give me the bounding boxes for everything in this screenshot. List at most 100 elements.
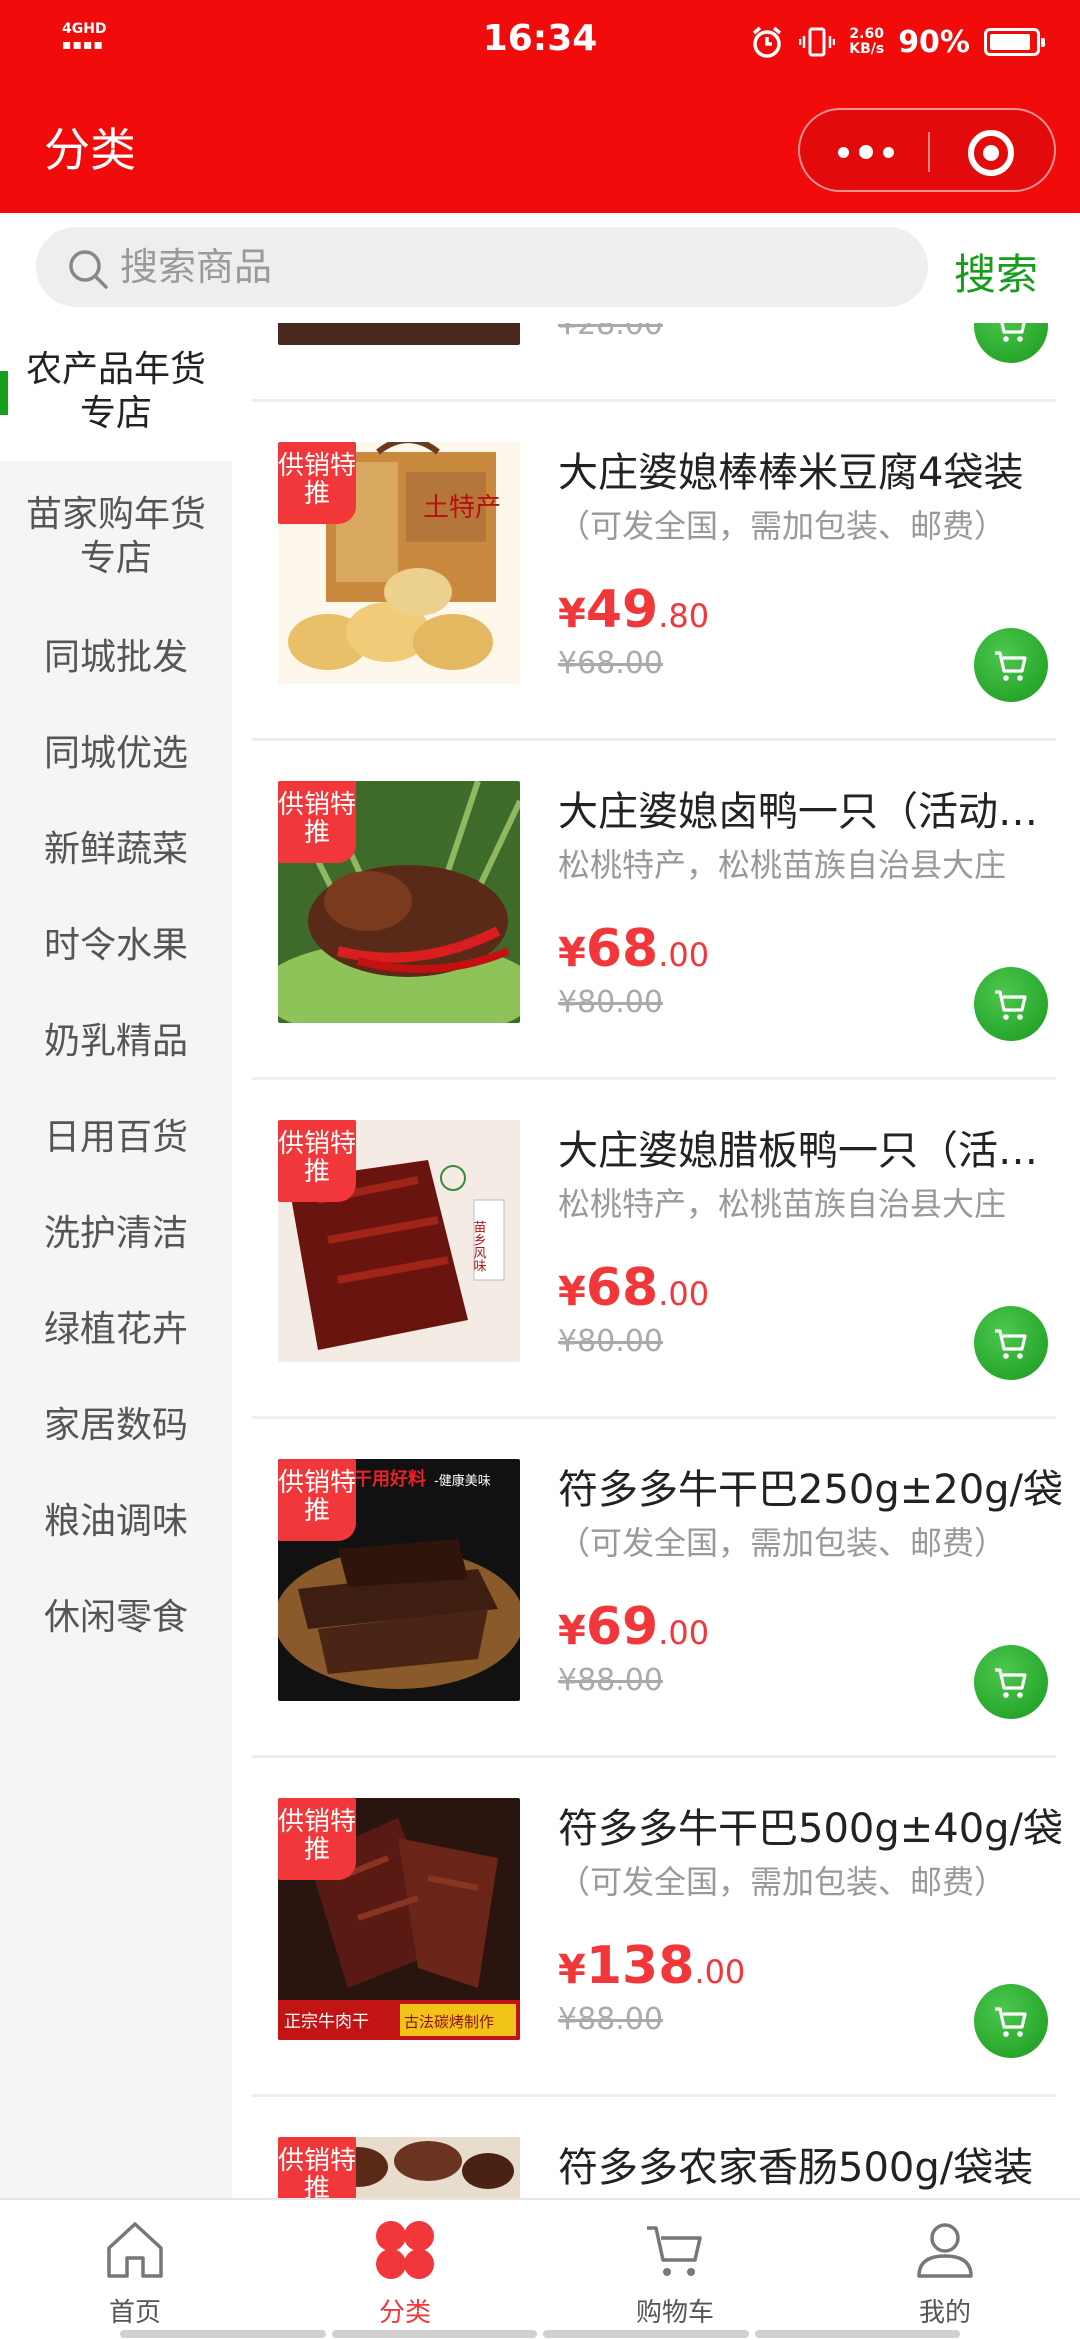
cart-icon (995, 990, 1027, 1020)
duck-stamp-text: 苗乡风味 (471, 1220, 487, 1272)
price-symbol: ¥ (558, 930, 586, 976)
sidebar-item-nongchanpin[interactable]: 农产品年货专店 (0, 323, 232, 461)
user-icon (917, 2223, 973, 2278)
price-decimal: .00 (658, 936, 710, 974)
product-desc: （可发全国，需加包装、邮费） (558, 1863, 1007, 1901)
product-item[interactable]: 供销特推 符多多农家香肠500g/袋装 (252, 2097, 1080, 2198)
search-box[interactable] (36, 227, 928, 307)
price-decimal: .00 (694, 1953, 746, 1991)
miniprogram-capsule (798, 108, 1056, 192)
home-icon (107, 2222, 163, 2278)
add-to-cart-button[interactable] (974, 1306, 1048, 1380)
product-item[interactable]: 土特产 供销特推 大庄婆媳棒棒米豆腐4袋装 （可发全国，需加包装、邮费） ¥49… (252, 402, 1080, 741)
jerky2-left-text: 正宗牛肉干 (284, 2012, 369, 2032)
sidebar-item-tongcheng-youxuan[interactable]: 同城优选 (0, 709, 232, 799)
add-to-cart-button[interactable] (974, 967, 1048, 1041)
price-integer: 68 (585, 1258, 659, 1318)
price-decimal: .00 (658, 1614, 710, 1652)
product-item[interactable]: 干用好料 -健康美味 供销特推 符多多牛干巴250g±20g/袋 （可发全国，需… (252, 1419, 1080, 1758)
search-bar: 搜索 (0, 213, 1080, 323)
add-to-cart-button[interactable] (974, 628, 1048, 702)
product-image (278, 323, 520, 345)
tab-cart-label: 购物车 (635, 2298, 714, 2328)
promo-tag: 供销特推 (278, 1459, 356, 1541)
sidebar-item-dairy[interactable]: 奶乳精品 (0, 997, 232, 1087)
product-name: 符多多牛干巴250g±20g/袋 (558, 1467, 1064, 1513)
product-price: ¥68.00 (558, 1256, 709, 1332)
alarm-icon (753, 26, 782, 58)
product-orig-price: ¥80.00 (558, 985, 663, 1020)
sidebar-item-snacks[interactable]: 休闲零食 (0, 1573, 232, 1663)
tab-home-label: 首页 (108, 2298, 161, 2328)
product-list: ¥28.00 土特产 供销特推 大庄婆媳棒棒米豆腐4袋装 （可发全国，需加包装、… (232, 323, 1080, 2198)
net-speed: 2.60 KB/s (849, 27, 884, 57)
cart-icon (995, 1329, 1027, 1359)
sidebar-item-tongcheng-pifa[interactable]: 同城批发 (0, 613, 232, 703)
product-item[interactable]: 苗乡风味 供销特推 大庄婆媳腊板鸭一只（活动价） 松桃特产，松桃苗族自治县大庄 … (252, 1080, 1080, 1419)
price-symbol: ¥ (558, 591, 586, 637)
sidebar-item-miaojia[interactable]: 苗家购年货专店 (0, 468, 232, 606)
net-speed-value: 2.60 (849, 26, 884, 42)
vibrate-icon (799, 27, 836, 57)
tab-category[interactable]: 分类 (270, 2200, 540, 2340)
sidebar-item-fruits[interactable]: 时令水果 (0, 901, 232, 991)
product-price: ¥49.80 (558, 578, 709, 654)
product-desc: （可发全国，需加包装、邮费） (558, 507, 1007, 545)
cart-icon (1000, 323, 1026, 342)
add-to-cart-button[interactable] (974, 1984, 1048, 2058)
product-name: 大庄婆媳腊板鸭一只（活动价） (558, 1128, 1068, 1174)
gesture-bar (120, 2330, 960, 2338)
sidebar-item-vegetables[interactable]: 新鲜蔬菜 (0, 805, 232, 895)
tab-home[interactable]: 首页 (0, 2200, 270, 2340)
price-integer: 138 (585, 1936, 695, 1996)
product-desc: 松桃特产，松桃苗族自治县大庄 (558, 846, 1007, 884)
add-to-cart-button[interactable] (974, 323, 1048, 363)
price-decimal: .00 (658, 1275, 710, 1313)
price-integer: 68 (585, 919, 659, 979)
price-symbol: ¥ (558, 1947, 586, 1993)
status-right: 2.60 KB/s 90% (749, 20, 1045, 64)
sidebar-item-daily-goods[interactable]: 日用百货 (0, 1093, 232, 1183)
tab-mine-label: 我的 (918, 2298, 971, 2328)
search-input[interactable] (120, 235, 900, 299)
battery-percent: 90% (898, 24, 970, 60)
tab-cart[interactable]: 购物车 (540, 2200, 810, 2340)
product-orig-price: ¥88.00 (558, 1663, 663, 1698)
close-miniprogram-icon[interactable] (968, 130, 1014, 176)
jerky2-right-text: 古法碳烤制作 (404, 2013, 494, 2031)
page-title: 分类 (44, 123, 136, 177)
product-desc: 松桃特产，松桃苗族自治县大庄 (558, 1185, 1007, 1223)
header-bar: 4GHD ▪▪▪▪ 16:34 2.60 KB/s 90% 分类 (0, 0, 1080, 213)
cart-icon (995, 1668, 1027, 1698)
price-symbol: ¥ (558, 1269, 586, 1315)
promo-tag: 供销特推 (278, 781, 356, 863)
promo-tag: 供销特推 (278, 1120, 356, 1202)
product-item-partial[interactable]: ¥28.00 (252, 323, 1080, 402)
product-item[interactable]: 供销特推 大庄婆媳卤鸭一只（活动价） 松桃特产，松桃苗族自治县大庄 ¥68.00… (252, 741, 1080, 1080)
status-bar: 4GHD ▪▪▪▪ 16:34 2.60 KB/s 90% (0, 0, 1080, 84)
price-integer: 49 (585, 580, 659, 640)
price-integer: 69 (585, 1597, 659, 1657)
jerky-banner-sub: -健康美味 (434, 1473, 491, 1489)
tab-mine[interactable]: 我的 (810, 2200, 1080, 2340)
sidebar-item-grain-oil[interactable]: 粮油调味 (0, 1477, 232, 1567)
product-orig-price: ¥68.00 (558, 646, 663, 681)
search-button[interactable]: 搜索 (954, 241, 1038, 302)
product-price: ¥68.00 (558, 917, 709, 993)
product-price: ¥138.00 (558, 1934, 745, 2010)
battery-icon (984, 28, 1045, 56)
sidebar-item-home-digital[interactable]: 家居数码 (0, 1381, 232, 1471)
product-desc: （可发全国，需加包装、邮费） (558, 1524, 1007, 1562)
product-orig-price: ¥88.00 (558, 2002, 663, 2037)
sidebar-item-plants[interactable]: 绿植花卉 (0, 1285, 232, 1375)
sidebar-item-cleaning[interactable]: 洗护清洁 (0, 1189, 232, 1279)
product-orig-price: ¥80.00 (558, 1324, 663, 1359)
product-name: 大庄婆媳棒棒米豆腐4袋装 (558, 450, 1024, 496)
promo-tag: 供销特推 (278, 2137, 356, 2198)
add-to-cart-button[interactable] (974, 1645, 1048, 1719)
product-item[interactable]: 正宗牛肉干 古法碳烤制作 供销特推 符多多牛干巴500g±40g/袋 （可发全国… (252, 1758, 1080, 2097)
jerky-banner-text: 干用好料 (354, 1468, 426, 1490)
search-icon (69, 250, 108, 289)
bottom-tab-bar: 首页 分类 购物车 我的 (0, 2198, 1080, 2340)
more-icon[interactable] (834, 132, 898, 172)
